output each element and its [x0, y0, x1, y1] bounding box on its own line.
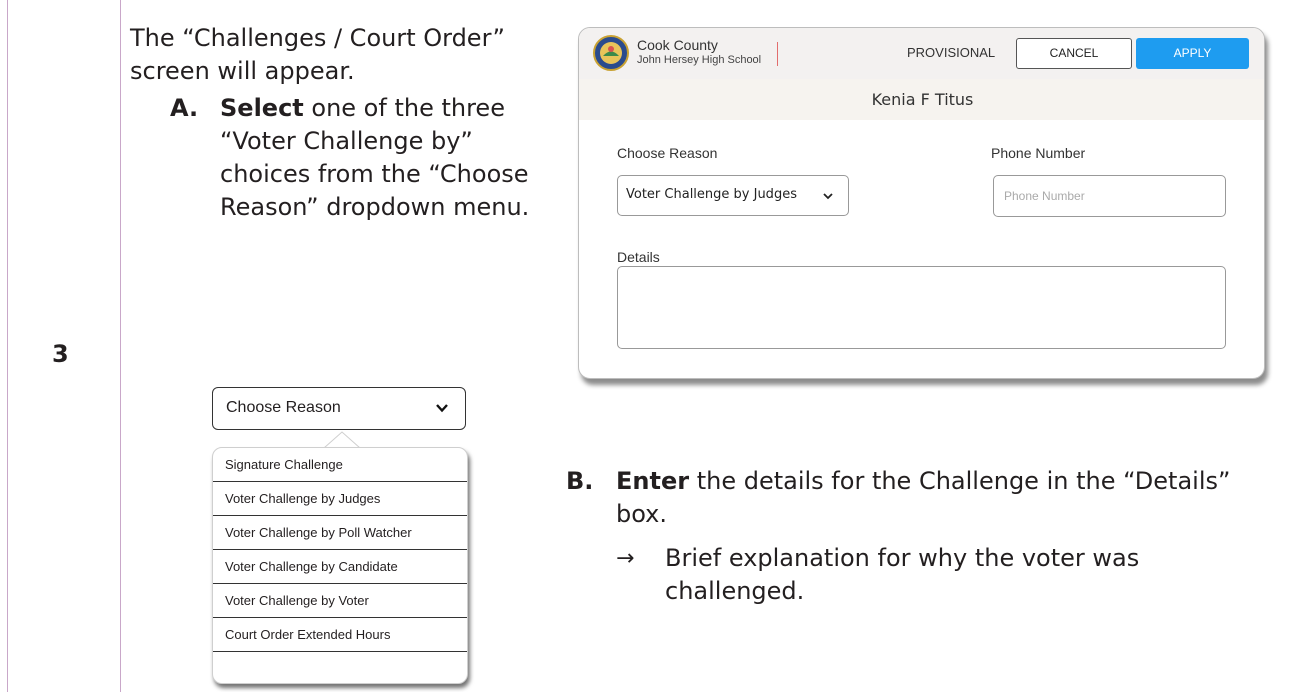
- instruction-a-letter: A.: [170, 94, 199, 122]
- dropdown-pointer: [323, 431, 361, 448]
- choose-reason-label: Choose Reason: [617, 145, 718, 161]
- reason-select-value: Voter Challenge by Judges: [626, 187, 797, 202]
- instruction-b-sub-text: Brief explanation for why the voter was …: [665, 544, 1140, 605]
- instruction-b-text: Enter the details for the Challenge in t…: [616, 465, 1266, 531]
- county-seal-icon: [593, 35, 629, 71]
- instruction-b: B. Enter the details for the Challenge i…: [566, 465, 1286, 531]
- instruction-b-sub: → Brief explanation for why the voter wa…: [616, 542, 1276, 608]
- menu-option-voter-challenge-by-judges[interactable]: Voter Challenge by Judges: [213, 482, 467, 516]
- instruction-b-verb: Enter: [616, 467, 690, 495]
- details-label: Details: [617, 249, 660, 265]
- voter-name: Kenia F Titus: [579, 79, 1264, 120]
- challenges-screen: Cook County John Hersey High School PROV…: [578, 27, 1265, 379]
- step-column-rule: [120, 0, 121, 692]
- instruction-a-verb: Select: [220, 94, 304, 122]
- menu-option-voter-challenge-by-candidate[interactable]: Voter Challenge by Candidate: [213, 550, 467, 584]
- county-name: Cook County: [637, 37, 718, 53]
- choose-reason-dropdown-label: Choose Reason: [226, 399, 341, 416]
- arrow-right-icon: →: [616, 546, 635, 571]
- polling-place-name: John Hersey High School: [637, 54, 762, 66]
- instruction-b-letter: B.: [566, 467, 594, 495]
- instruction-b-body: the details for the Challenge in the “De…: [616, 467, 1231, 528]
- step-number: 3: [52, 340, 69, 368]
- header-divider: [777, 42, 778, 66]
- reason-select[interactable]: Voter Challenge by Judges: [617, 175, 849, 216]
- intro-text: The “Challenges / Court Order” screen wi…: [130, 24, 505, 85]
- menu-option-voter-challenge-by-poll-watcher[interactable]: Voter Challenge by Poll Watcher: [213, 516, 467, 550]
- menu-option-court-order-extended-hours[interactable]: Court Order Extended Hours: [213, 618, 467, 652]
- choose-reason-dropdown[interactable]: Choose Reason: [212, 387, 466, 430]
- phone-number-input[interactable]: [993, 175, 1226, 217]
- chevron-down-icon: [436, 404, 448, 413]
- left-margin-rule: [7, 0, 8, 692]
- instruction-a-text: Select one of the three “Voter Challenge…: [220, 92, 570, 224]
- menu-option-voter-challenge-by-voter[interactable]: Voter Challenge by Voter: [213, 584, 467, 618]
- choose-reason-menu: Signature Challenge Voter Challenge by J…: [212, 447, 468, 684]
- apply-button[interactable]: APPLY: [1136, 38, 1249, 69]
- details-textarea[interactable]: [617, 266, 1226, 349]
- menu-option-signature-challenge[interactable]: Signature Challenge: [213, 448, 467, 482]
- screen-header: Cook County John Hersey High School PROV…: [579, 28, 1264, 79]
- phone-number-label: Phone Number: [991, 145, 1086, 161]
- cancel-button[interactable]: CANCEL: [1016, 38, 1132, 69]
- chevron-down-icon: [823, 193, 833, 200]
- provisional-button[interactable]: PROVISIONAL: [907, 45, 995, 60]
- instruction-a: A. Select one of the three “Voter Challe…: [170, 92, 570, 224]
